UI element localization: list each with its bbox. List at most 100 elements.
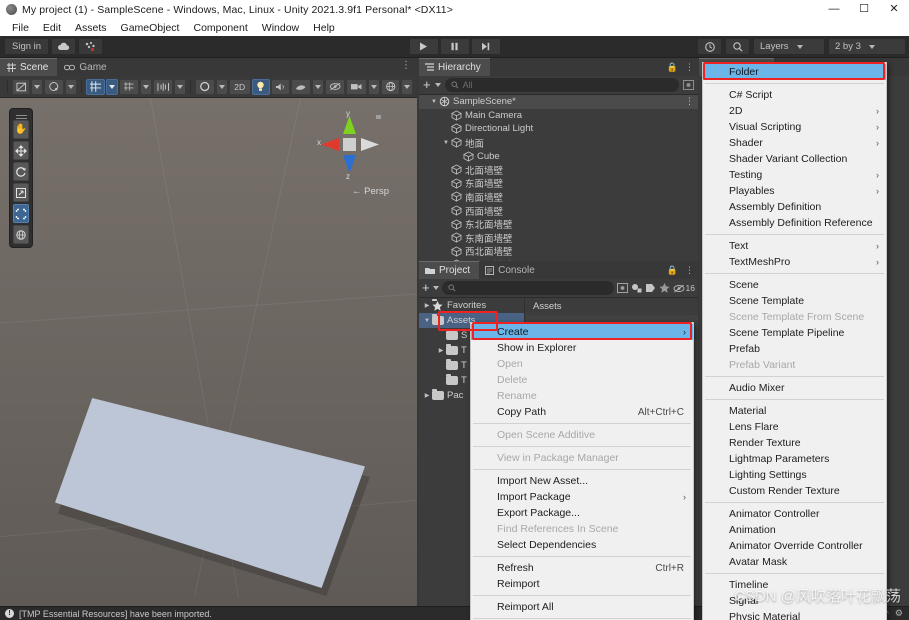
effects-dropdown[interactable] bbox=[311, 78, 324, 95]
history-icon[interactable] bbox=[697, 38, 722, 55]
tab-console[interactable]: Console bbox=[479, 261, 544, 279]
gizmo-icon[interactable] bbox=[380, 78, 400, 95]
type-filter-icon[interactable] bbox=[631, 283, 642, 294]
context-menu-item[interactable]: Create › bbox=[471, 324, 693, 340]
create-menu-item[interactable]: Avatar Mask bbox=[703, 554, 886, 570]
gizmo-dropdown[interactable] bbox=[400, 78, 413, 95]
rotate-tool[interactable] bbox=[13, 162, 29, 181]
tab-scene[interactable]: Scene bbox=[0, 58, 58, 76]
hierarchy-item[interactable]: Directional Light bbox=[419, 122, 698, 136]
tab-game[interactable]: Game bbox=[57, 58, 116, 76]
context-menu-item[interactable]: Select Dependencies bbox=[471, 537, 693, 553]
maximize-button[interactable]: ☐ bbox=[849, 0, 879, 19]
create-menu-item[interactable]: Scene Template Pipeline bbox=[703, 325, 886, 341]
hierarchy-item[interactable]: 西北面墙壁 bbox=[419, 245, 698, 258]
context-menu-item[interactable]: Refresh Ctrl+R bbox=[471, 560, 693, 576]
collab-icon[interactable] bbox=[78, 38, 104, 55]
hierarchy-menu-icon[interactable]: ⋮ bbox=[685, 62, 694, 73]
create-menu-item[interactable]: 2D › bbox=[703, 103, 886, 119]
create-menu-item[interactable]: Lightmap Parameters bbox=[703, 451, 886, 467]
layout-dropdown[interactable]: 2 by 3 bbox=[828, 38, 906, 55]
grid-visibility-button[interactable] bbox=[85, 78, 106, 95]
assets-context-menu[interactable]: Create › Show in Explorer Open Delete Rename C… bbox=[470, 322, 694, 620]
minimize-button[interactable]: — bbox=[819, 0, 849, 19]
tab-project[interactable]: Project bbox=[419, 261, 480, 279]
create-menu-item[interactable]: Material bbox=[703, 403, 886, 419]
menu-component[interactable]: Component bbox=[186, 21, 254, 35]
expand-arrow-icon[interactable]: ▼ bbox=[429, 99, 439, 105]
search-icon[interactable] bbox=[725, 38, 750, 55]
label-filter-icon[interactable] bbox=[645, 283, 656, 293]
pause-button[interactable] bbox=[439, 38, 470, 55]
transform-tool[interactable] bbox=[13, 225, 29, 244]
hand-tool[interactable]: ✋ bbox=[13, 120, 29, 139]
search-filter-icon[interactable] bbox=[616, 283, 628, 293]
draw-mode-button[interactable] bbox=[44, 78, 64, 95]
audio-toggle-button[interactable] bbox=[270, 78, 291, 95]
context-menu-item[interactable]: Copy Path Alt+Ctrl+C bbox=[471, 404, 693, 420]
create-menu-item[interactable]: Render Texture bbox=[703, 435, 886, 451]
grid-size-dropdown[interactable] bbox=[174, 78, 187, 95]
collapse-arrow-icon[interactable]: ▶ bbox=[422, 392, 432, 399]
create-menu-item[interactable]: TextMeshPro › bbox=[703, 254, 886, 270]
create-menu-item[interactable]: Scene bbox=[703, 277, 886, 293]
grid-snapping-dropdown[interactable] bbox=[139, 78, 152, 95]
step-button[interactable] bbox=[470, 38, 501, 55]
create-menu-item[interactable]: Lighting Settings bbox=[703, 467, 886, 483]
settings-icon[interactable]: ⚙ bbox=[895, 608, 903, 619]
gizmos-dropdown[interactable] bbox=[215, 78, 228, 95]
close-button[interactable]: ✕ bbox=[879, 0, 909, 19]
context-menu-item[interactable]: Import New Asset... bbox=[471, 473, 693, 489]
grid-size-button[interactable] bbox=[152, 78, 174, 95]
hierarchy-item[interactable]: Cube bbox=[419, 149, 698, 163]
create-menu-item[interactable]: C# Script bbox=[703, 87, 886, 103]
menu-assets[interactable]: Assets bbox=[68, 21, 114, 35]
projection-mode-label[interactable]: ← Persp bbox=[352, 186, 389, 197]
project-menu-icon[interactable]: ⋮ bbox=[685, 265, 694, 276]
context-menu-item[interactable]: Import Package › bbox=[471, 489, 693, 505]
lock-icon[interactable]: 🔒 bbox=[667, 265, 678, 276]
create-menu-item[interactable]: Animation bbox=[703, 522, 886, 538]
grid-visibility-dropdown[interactable] bbox=[106, 78, 119, 95]
scale-tool[interactable] bbox=[13, 183, 29, 202]
camera-settings-button[interactable] bbox=[346, 78, 367, 95]
create-menu-item[interactable]: Visual Scripting › bbox=[703, 119, 886, 135]
create-menu-item[interactable]: Text › bbox=[703, 238, 886, 254]
hierarchy-item[interactable]: ▼ SampleScene* ⋮ bbox=[419, 95, 698, 109]
scene-viewport[interactable]: ✋ y z x ← Persp bbox=[0, 98, 417, 606]
context-menu-item[interactable]: Reimport bbox=[471, 576, 693, 592]
create-menu-item[interactable]: Audio Mixer bbox=[703, 380, 886, 396]
create-menu-item[interactable]: Playables › bbox=[703, 183, 886, 199]
lighting-toggle-button[interactable] bbox=[251, 78, 270, 95]
hidden-assets-toggle[interactable]: 16 bbox=[673, 283, 695, 293]
create-menu-item[interactable]: Assembly Definition bbox=[703, 199, 886, 215]
create-menu-item[interactable]: Shader Variant Collection bbox=[703, 151, 886, 167]
menu-edit[interactable]: Edit bbox=[36, 21, 68, 35]
create-menu-item[interactable]: Assembly Definition Reference bbox=[703, 215, 886, 231]
effects-toggle-button[interactable] bbox=[291, 78, 311, 95]
scene-orientation-gizmo[interactable]: y z x bbox=[313, 109, 387, 186]
create-menu-item[interactable]: Folder bbox=[703, 64, 886, 80]
project-breadcrumb[interactable]: Assets bbox=[525, 298, 698, 315]
rect-tool[interactable] bbox=[13, 204, 29, 223]
hierarchy-add-button[interactable]: + bbox=[423, 78, 431, 91]
project-search-input[interactable] bbox=[441, 281, 614, 295]
expand-arrow-icon[interactable]: ▼ bbox=[422, 318, 432, 324]
context-menu-item[interactable]: Reimport All bbox=[471, 599, 693, 615]
create-menu-item[interactable]: Physic Material bbox=[703, 609, 886, 620]
hierarchy-item[interactable]: 东南面墙壁 bbox=[419, 231, 698, 245]
expand-arrow-icon[interactable]: ▼ bbox=[441, 140, 451, 146]
create-menu-item[interactable]: Shader › bbox=[703, 135, 886, 151]
create-menu-item[interactable]: Lens Flare bbox=[703, 419, 886, 435]
create-menu-item[interactable]: Testing › bbox=[703, 167, 886, 183]
star-icon[interactable] bbox=[659, 283, 670, 293]
grid-snapping-button[interactable] bbox=[119, 78, 139, 95]
hierarchy-item[interactable]: 南面墙壁 bbox=[419, 190, 698, 204]
draw-mode-dropdown[interactable] bbox=[64, 78, 77, 95]
context-menu-item[interactable]: Show in Explorer bbox=[471, 340, 693, 356]
project-add-button[interactable]: + bbox=[422, 281, 430, 294]
context-menu-item[interactable]: Export Package... bbox=[471, 505, 693, 521]
menu-file[interactable]: File bbox=[5, 21, 36, 35]
hierarchy-tree[interactable]: ▼ SampleScene* ⋮ Main Camera Directional Lig… bbox=[419, 95, 698, 261]
chevron-down-icon[interactable] bbox=[434, 83, 441, 87]
